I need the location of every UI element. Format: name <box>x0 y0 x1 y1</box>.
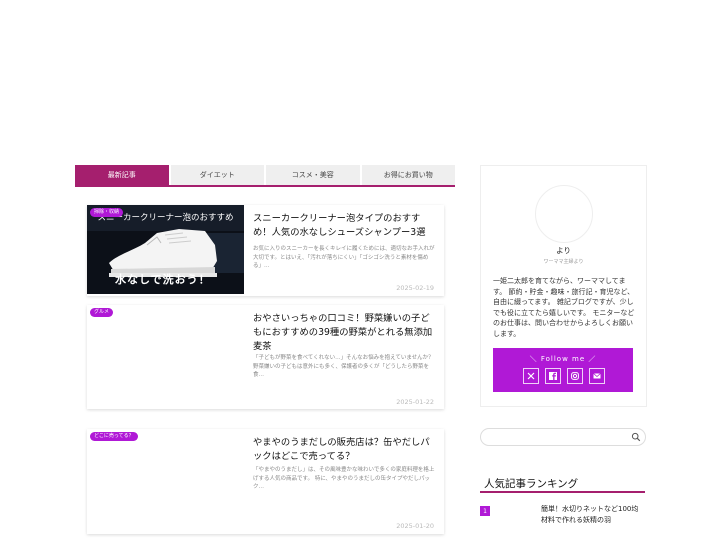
follow-box: ＼ Follow me ／ <box>493 348 633 392</box>
article-title[interactable]: やまやのうまだしの販売店は？缶やだしパックはどこで売ってる？ <box>253 436 438 464</box>
article-date: 2025-01-20 <box>396 522 434 530</box>
article-excerpt: お気に入りのスニーカーを長くキレイに履くためには、適切なお手入れが大切です。とは… <box>253 246 435 269</box>
article-date: 2025-02-19 <box>396 284 434 292</box>
tab-cosme[interactable]: コスメ・美容 <box>266 165 360 185</box>
article-tabs: 最新記事 ダイエット コスメ・美容 お得にお買い物 <box>75 165 455 185</box>
article-date: 2025-01-22 <box>396 398 434 406</box>
ranking-underline <box>480 491 645 493</box>
tab-shopping[interactable]: お得にお買い物 <box>361 165 455 185</box>
article-thumbnail: スニーカークリーナー泡のおすすめ 水なしで洗おう！ 掃除・収納 <box>87 205 244 294</box>
article-thumbnail: どこに売ってる？ <box>87 429 244 518</box>
article-thumbnail: グルメ <box>87 305 244 394</box>
instagram-icon[interactable] <box>567 368 583 384</box>
tab-diet[interactable]: ダイエット <box>170 165 264 185</box>
x-icon[interactable] <box>523 368 539 384</box>
rank-number-badge: 1 <box>480 506 490 516</box>
tab-latest[interactable]: 最新記事 <box>75 165 169 185</box>
article-excerpt: 「やまやのうまだし」は、その風味豊かな味わいで多くの家庭料理を格上げする人気の商… <box>253 467 435 490</box>
ranking-title: 人気記事ランキング <box>484 478 579 490</box>
article-title[interactable]: スニーカークリーナー泡タイプのおすすめ！人気の水なしシューズシャンプー3選 <box>253 212 438 240</box>
search-icon[interactable] <box>631 432 641 442</box>
tab-underline <box>75 185 455 187</box>
profile-subtitle: ワーママ主婦より <box>543 259 584 265</box>
facebook-icon[interactable] <box>545 368 561 384</box>
profile-description: 一姫二太郎を育てながら、ワーママしてます。 節約・貯金・趣味・旅行記・育児など、… <box>493 277 635 338</box>
category-badge[interactable]: 掃除・収納 <box>90 208 124 217</box>
profile-name: より <box>556 246 571 255</box>
follow-title: ＼ Follow me ／ <box>529 355 597 363</box>
article-card[interactable]: スニーカークリーナー泡のおすすめ 水なしで洗おう！ 掃除・収納 スニーカークリー… <box>87 205 444 296</box>
avatar <box>535 185 593 243</box>
profile-widget: より ワーママ主婦より 一姫二太郎を育てながら、ワーママしてます。 節約・貯金・… <box>480 165 647 407</box>
ranking-item-link[interactable]: 簡単！水切りネットなど100均材料で作れる妖精の羽 <box>541 504 645 526</box>
article-card[interactable]: どこに売ってる？ やまやのうまだしの販売店は？缶やだしパックはどこで売ってる？ … <box>87 429 444 534</box>
search-box <box>480 428 646 446</box>
article-title[interactable]: おやさいっちゃの口コミ！野菜嫌いの子どもにおすすめの39種の野菜がとれる無添加麦… <box>253 312 438 354</box>
category-badge[interactable]: どこに売ってる？ <box>90 432 138 441</box>
category-badge[interactable]: グルメ <box>90 308 114 317</box>
article-excerpt: 「子どもが野菜を食べてくれない…」そんなお悩みを抱えていませんか？ 野菜嫌いの子… <box>253 355 434 378</box>
mail-icon[interactable] <box>589 368 605 384</box>
article-card[interactable]: グルメ おやさいっちゃの口コミ！野菜嫌いの子どもにおすすめの39種の野菜がとれる… <box>87 305 444 409</box>
thumbnail-caption: 水なしで洗おう！ <box>115 273 211 286</box>
search-input[interactable] <box>489 431 624 442</box>
